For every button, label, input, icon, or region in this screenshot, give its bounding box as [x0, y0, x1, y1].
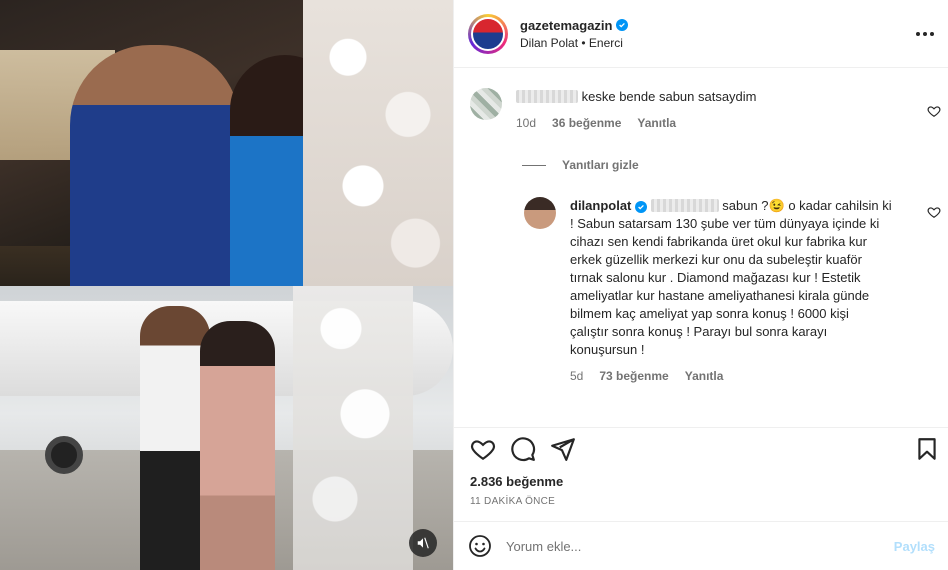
reply-text-line: konuşursun ! — [570, 342, 645, 357]
comment-reply-button[interactable]: Yanıtla — [637, 116, 676, 130]
reply-text-line: tırnak salonu kur . Diamond mağazası kur… — [570, 270, 861, 285]
media-top-photo — [0, 0, 453, 286]
reply-item: dilanpolat sabun ?😉 o kadar cahilsin ki … — [524, 197, 910, 383]
reply-text-line: ameliyatlar kur hastane ameliyathanesi k… — [570, 288, 870, 303]
comment-input[interactable] — [506, 538, 894, 554]
reply-avatar[interactable] — [524, 197, 556, 229]
post-media[interactable] — [0, 0, 453, 570]
reply-text-line: ! Sabun satarsam 130 şube ver tüm dünyay… — [570, 216, 880, 231]
reply-likes[interactable]: 73 beğenme — [599, 369, 668, 383]
comment-composer: Paylaş — [454, 521, 948, 570]
reply-text-line: çalıştır sonra konuş ! Parayı bul sonra … — [570, 324, 828, 339]
author-avatar[interactable] — [468, 13, 508, 54]
reply-age[interactable]: 5d — [570, 369, 583, 383]
reply-text-line: erkek güzellik merkezi kur onu da subele… — [570, 252, 862, 267]
reply-text-line: cihazı sen kendi fabrikanda üret okul ku… — [570, 234, 867, 249]
heart-icon[interactable] — [470, 436, 496, 462]
likes-count[interactable]: 2.836 beğenme — [470, 474, 563, 489]
comments-list[interactable]: keske bende sabun satsaydim 10d 36 beğen… — [454, 69, 948, 427]
post-modal: gazetemagazin Dilan Polat • Enerci keske… — [0, 0, 948, 570]
comment-age[interactable]: 10d — [516, 116, 536, 130]
reply-username[interactable]: dilanpolat — [570, 198, 631, 213]
mentioned-user-blurred[interactable] — [650, 199, 719, 212]
commenter-username-blurred[interactable] — [516, 90, 578, 103]
comment-likes[interactable]: 36 beğenme — [552, 116, 621, 130]
author-subtitle[interactable]: Dilan Polat • Enerci — [520, 36, 628, 50]
more-icon — [916, 32, 920, 36]
author-username[interactable]: gazetemagazin — [520, 18, 612, 33]
post-actions: 2.836 beğenme 11 DAKİKA ÖNCE — [454, 427, 948, 521]
post-comment-button[interactable]: Paylaş — [894, 539, 935, 554]
comment-like-heart-icon[interactable] — [927, 104, 941, 118]
comment-item: keske bende sabun satsaydim 10d 36 beğen… — [470, 88, 757, 130]
reply-text-start: sabun ?😉 o kadar cahilsin ki — [722, 198, 892, 213]
post-timestamp[interactable]: 11 DAKİKA ÖNCE — [470, 496, 555, 507]
emoji-icon[interactable] — [468, 534, 492, 558]
comment-text: keske bende sabun satsaydim — [581, 89, 757, 104]
reply-text-line: bilmem kaç ameliyat yap sonra konuş ! 60… — [570, 306, 849, 321]
post-side-panel: gazetemagazin Dilan Polat • Enerci keske… — [453, 0, 948, 570]
reply-like-heart-icon[interactable] — [927, 205, 941, 219]
bookmark-icon[interactable] — [914, 436, 940, 462]
media-bottom-photo — [0, 286, 453, 570]
more-options-button[interactable] — [915, 24, 935, 44]
mute-icon — [417, 537, 429, 549]
commenter-avatar[interactable] — [470, 88, 502, 120]
post-header: gazetemagazin Dilan Polat • Enerci — [454, 0, 948, 68]
verified-badge-icon — [635, 201, 648, 213]
verified-badge-icon — [616, 19, 629, 31]
comment-icon[interactable] — [510, 436, 536, 462]
hide-replies-button[interactable]: Yanıtları gizle — [522, 158, 639, 172]
reply-reply-button[interactable]: Yanıtla — [685, 369, 724, 383]
share-icon[interactable] — [550, 436, 576, 462]
mute-button[interactable] — [409, 529, 437, 557]
